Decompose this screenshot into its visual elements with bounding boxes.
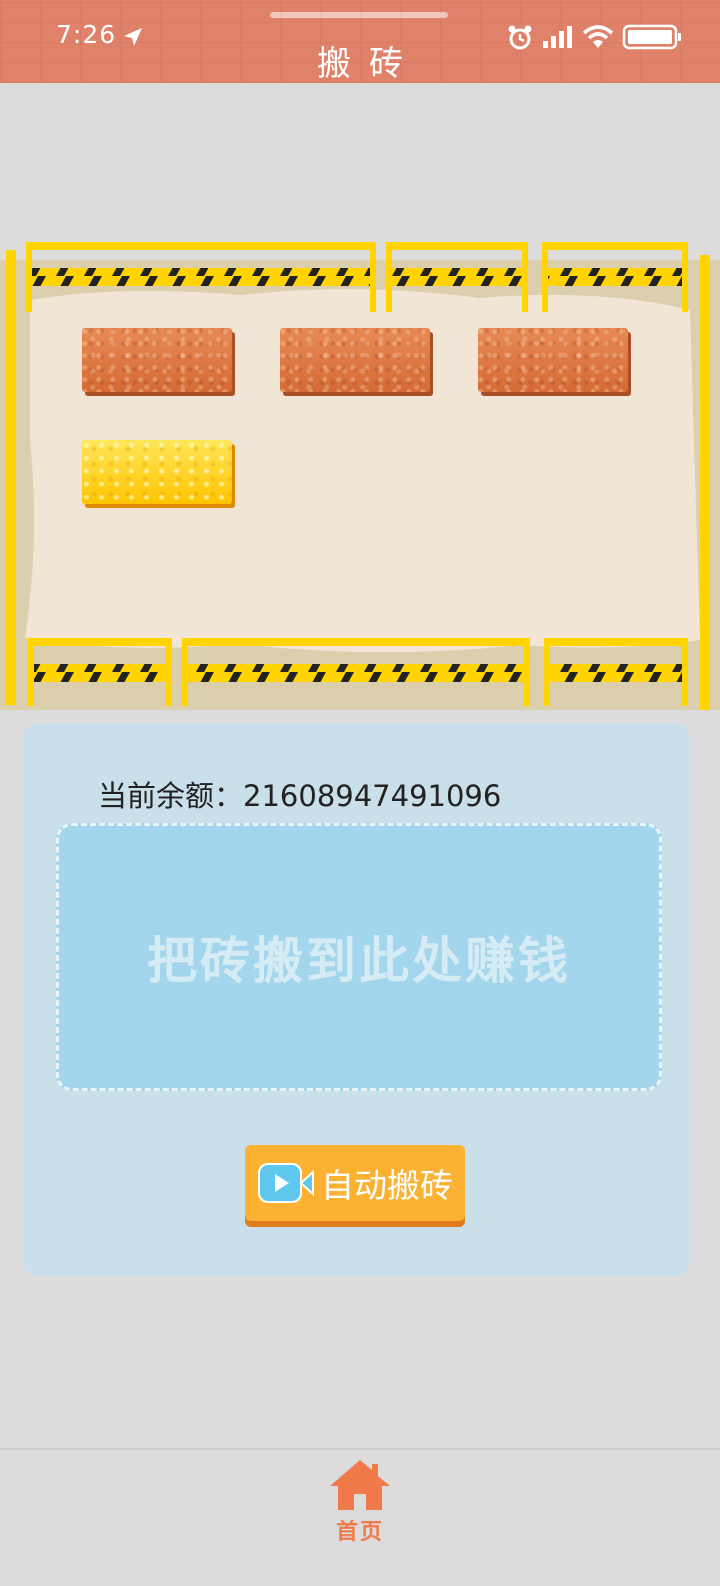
balance-display: 当前余额：21608947491096 [98,773,501,815]
auto-move-button[interactable]: 自动搬砖 [245,1145,465,1221]
bottom-navigation: 首页 [0,1448,720,1586]
drop-zone-hint: 把砖搬到此处赚钱 [147,932,571,990]
notch-indicator [270,12,448,18]
app-header: 7:26 搬砖 [0,0,720,84]
brick-item[interactable] [478,328,628,392]
balance-value: 21608947491096 [243,779,502,813]
balance-label: 当前余额： [98,779,244,813]
brick-item[interactable] [82,328,232,392]
brick-drop-zone[interactable]: 把砖搬到此处赚钱 [56,823,662,1091]
page-title: 搬砖 [317,44,421,84]
auto-move-button-label: 自动搬砖 [321,1166,453,1205]
gold-brick-item[interactable] [82,440,232,504]
video-camera-icon [258,1163,314,1203]
earning-panel: 当前余额：21608947491096 把砖搬到此处赚钱 自动搬砖 [23,723,690,1276]
construction-field [0,240,720,710]
home-icon [330,1460,390,1510]
brick-item[interactable] [280,328,430,392]
nav-item-home[interactable]: 首页 [318,1458,402,1548]
nav-home-label: 首页 [335,1520,384,1545]
